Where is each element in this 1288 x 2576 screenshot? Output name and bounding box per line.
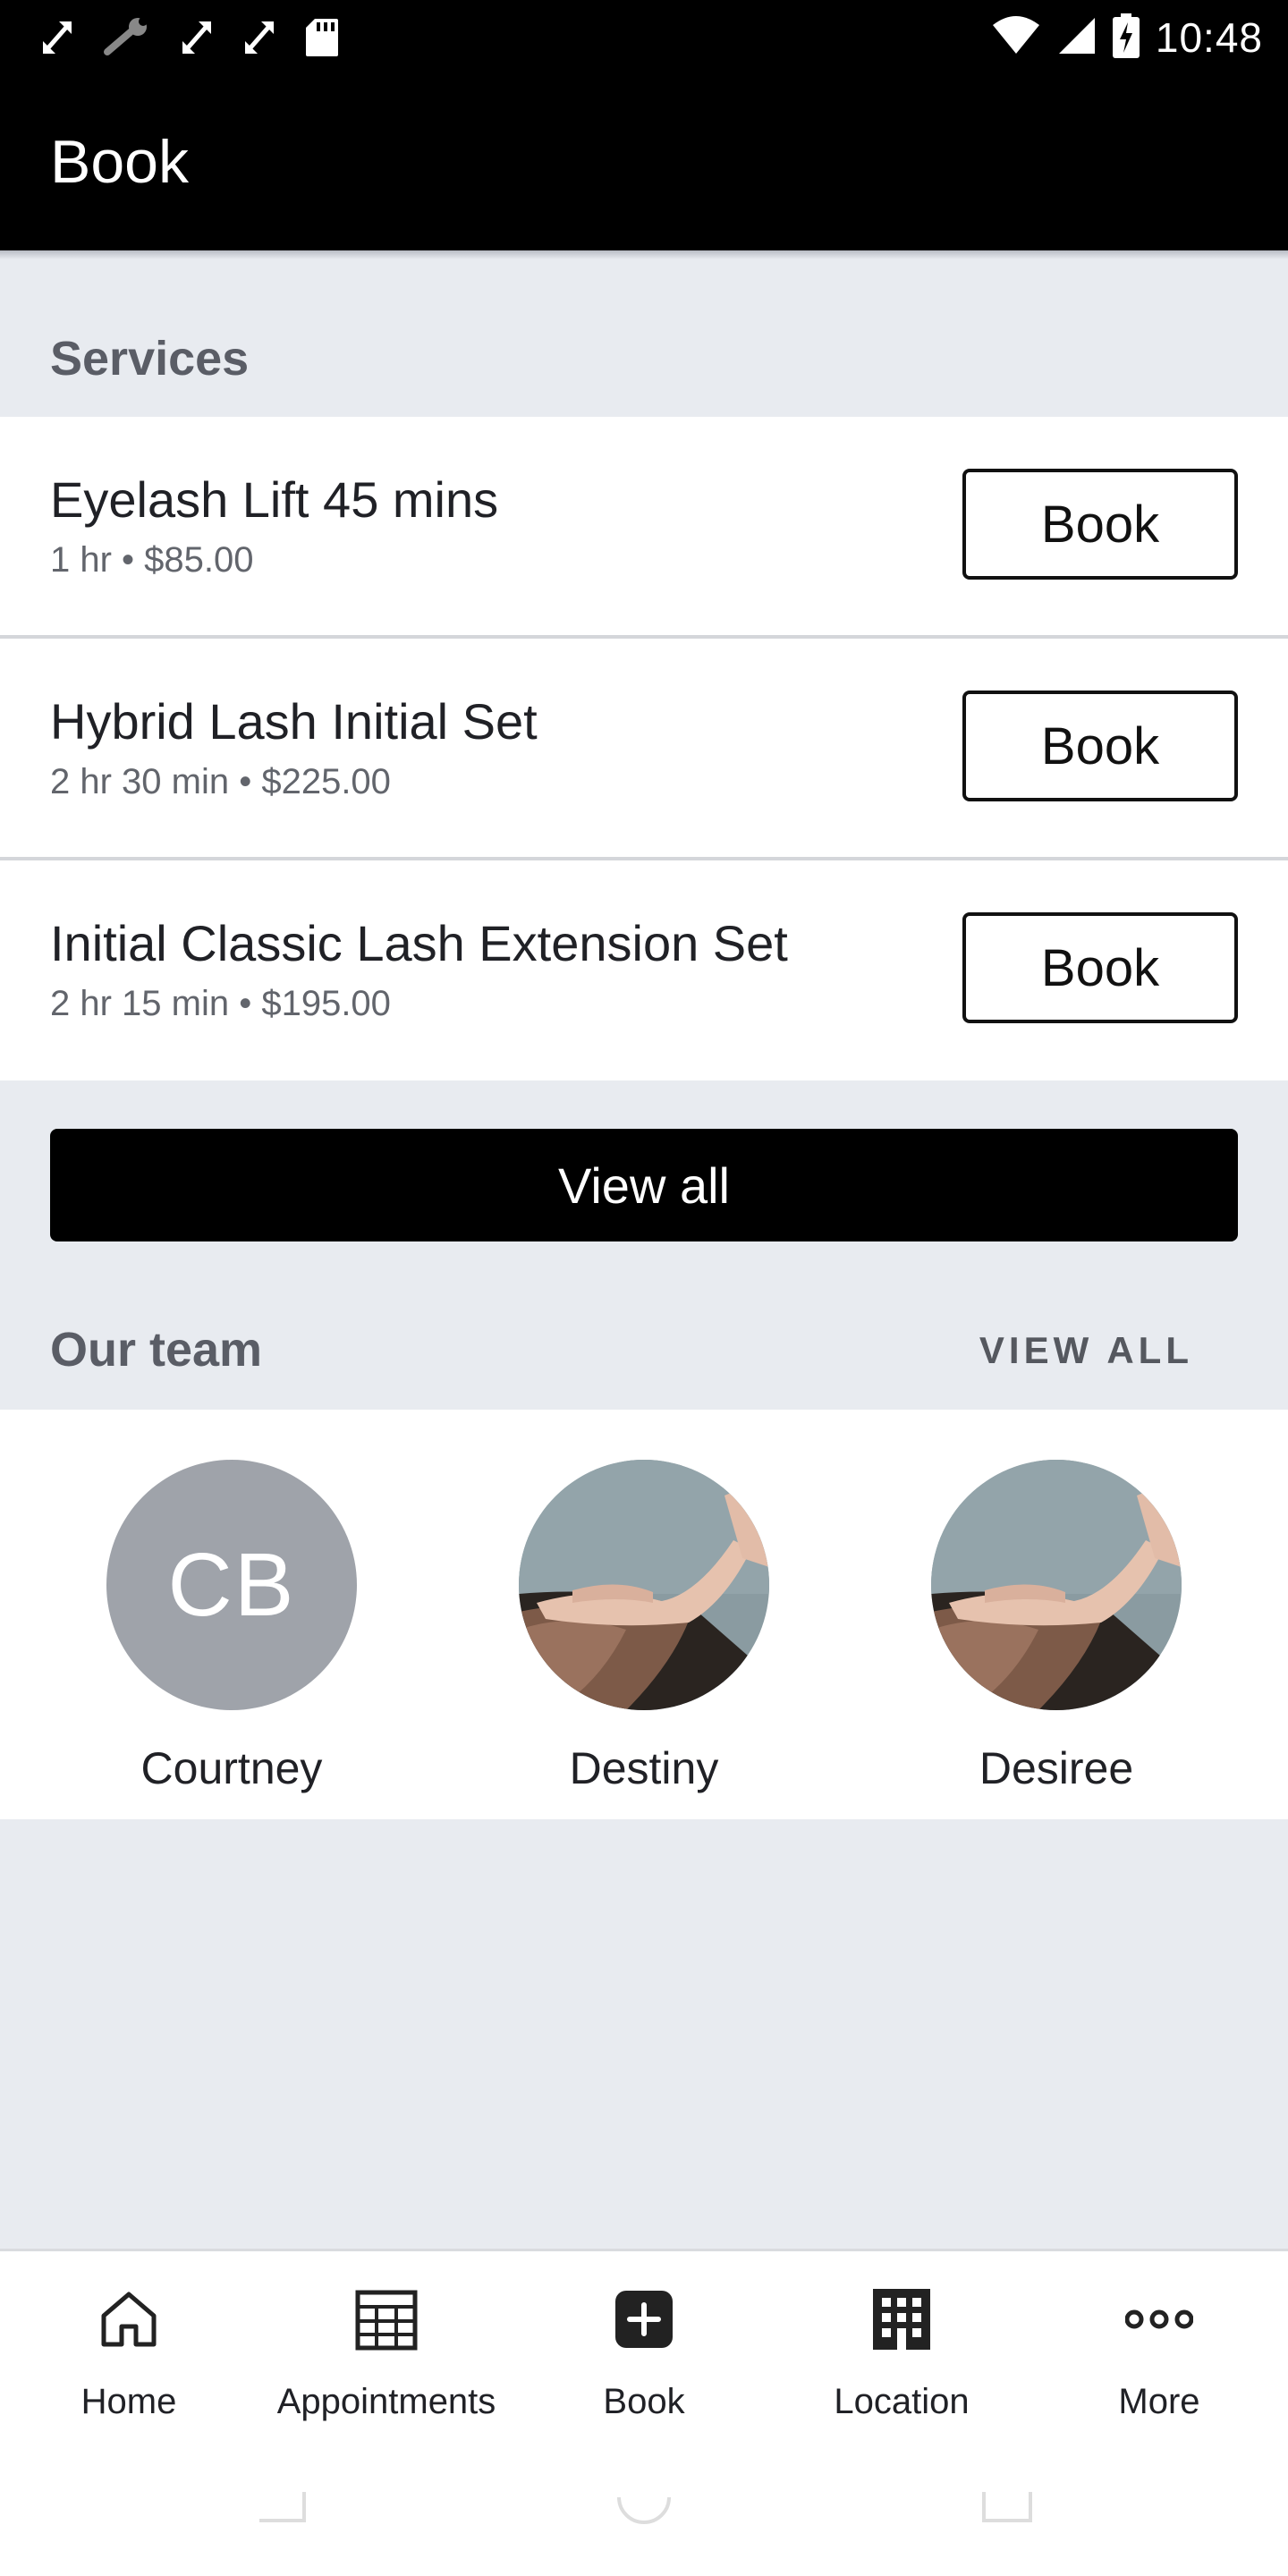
home-circle-icon[interactable] <box>615 2488 673 2529</box>
member-name: Courtney <box>140 1743 323 1793</box>
team-member-destiny[interactable]: Destiny <box>501 1460 787 1800</box>
service-row[interactable]: Hybrid Lash Initial Set 2 hr 30 min • $2… <box>0 639 1288 859</box>
sd-card-icon <box>304 17 340 58</box>
more-dots-icon <box>1124 2285 1194 2353</box>
service-meta: 2 hr 30 min • $225.00 <box>50 762 391 801</box>
nav-label: Appointments <box>276 2382 496 2421</box>
page-title: Book <box>50 128 189 196</box>
nav-item-home[interactable]: Home <box>0 2278 258 2430</box>
service-meta: 1 hr • $85.00 <box>50 540 254 580</box>
nav-item-location[interactable]: Location <box>773 2278 1030 2430</box>
wifi-icon <box>991 15 1041 60</box>
home-icon <box>95 2285 163 2353</box>
service-meta: 2 hr 15 min • $195.00 <box>50 984 391 1023</box>
expand-arrows-icon <box>39 18 75 57</box>
expand-arrows-icon <box>242 18 277 57</box>
app-bar-shadow <box>0 250 1288 259</box>
view-all-services-button[interactable]: View all <box>50 1129 1238 1241</box>
team-member-desiree[interactable]: Desiree <box>913 1460 1199 1800</box>
app-bar: Book <box>0 75 1288 250</box>
nav-label: More <box>1118 2382 1200 2421</box>
team-member-courtney[interactable]: CB Courtney <box>89 1460 375 1800</box>
clock: 10:48 <box>1155 14 1263 61</box>
services-heading: Services <box>50 332 250 386</box>
avatar <box>931 1460 1182 1710</box>
team-panel: CB Courtney Destiny Desiree <box>0 1410 1288 1819</box>
calendar-grid-icon <box>352 2285 420 2353</box>
recents-icon[interactable] <box>980 2488 1034 2529</box>
member-name: Desiree <box>979 1743 1134 1793</box>
cell-signal-icon <box>1057 16 1097 60</box>
back-icon[interactable] <box>254 2488 308 2529</box>
service-name: Hybrid Lash Initial Set <box>50 693 538 750</box>
notification-icons <box>39 14 340 61</box>
team-heading: Our team <box>50 1323 263 1377</box>
nav-label: Location <box>834 2382 970 2421</box>
system-nav-bar <box>0 2445 1288 2576</box>
service-name: Initial Classic Lash Extension Set <box>50 915 788 971</box>
service-row[interactable]: Eyelash Lift 45 mins 1 hr • $85.00 Book <box>0 417 1288 637</box>
book-button[interactable]: Book <box>962 469 1238 580</box>
member-name: Destiny <box>569 1743 719 1793</box>
nav-label: Book <box>603 2382 685 2421</box>
status-bar: 10:48 <box>0 0 1288 75</box>
battery-charging-icon <box>1112 13 1140 63</box>
system-status: 10:48 <box>991 11 1263 64</box>
book-button[interactable]: Book <box>962 691 1238 801</box>
view-all-team-link[interactable]: VIEW ALL <box>979 1329 1193 1372</box>
nav-item-book[interactable]: Book <box>515 2278 773 2430</box>
nav-label: Home <box>80 2382 177 2421</box>
nav-item-more[interactable]: More <box>1030 2278 1288 2430</box>
plus-square-icon <box>610 2285 678 2353</box>
service-row[interactable]: Initial Classic Lash Extension Set 2 hr … <box>0 860 1288 1080</box>
bottom-nav: Home Appointments Book Location More <box>0 2249 1288 2445</box>
service-name: Eyelash Lift 45 mins <box>50 471 499 528</box>
book-button[interactable]: Book <box>962 912 1238 1023</box>
wrench-icon <box>102 18 152 57</box>
nav-item-appointments[interactable]: Appointments <box>258 2278 515 2430</box>
expand-arrows-icon <box>179 18 215 57</box>
avatar: CB <box>106 1460 357 1710</box>
building-icon <box>868 2285 936 2353</box>
avatar <box>519 1460 769 1710</box>
